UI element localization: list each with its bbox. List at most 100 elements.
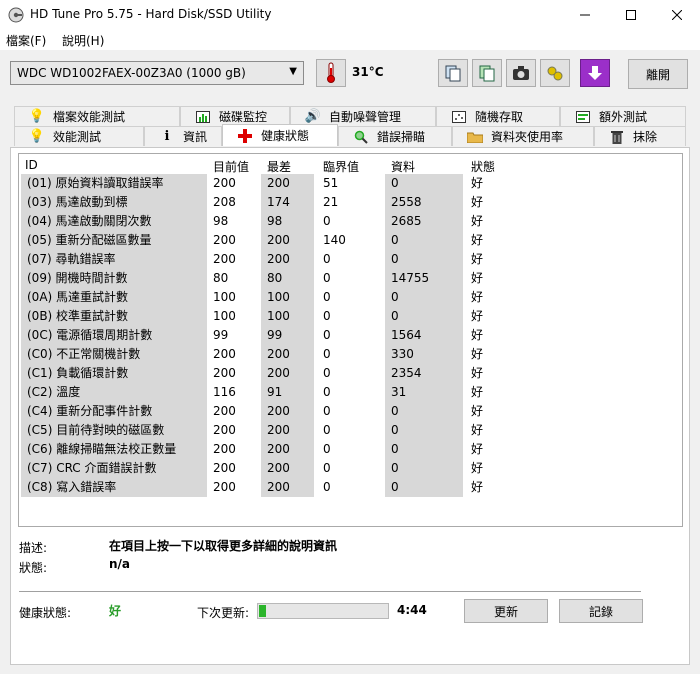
cell-attribute-name: (C2) 溫度	[21, 383, 207, 402]
table-row[interactable]: (C7) CRC 介面錯誤計數 200 200 0 0 好	[19, 459, 682, 478]
cell-worst-value: 200	[261, 402, 314, 421]
cell-current-value: 80	[207, 269, 259, 288]
tab-error-scan[interactable]: 錯誤掃瞄	[338, 126, 452, 146]
screenshot-button[interactable]	[506, 59, 536, 87]
col-status[interactable]: 狀態	[471, 158, 495, 175]
tab-disk-monitor[interactable]: 磁碟監控	[180, 106, 290, 126]
col-threshold[interactable]: 臨界值	[323, 158, 359, 175]
cell-worst-value: 91	[261, 383, 314, 402]
cell-attribute-name: (C5) 目前待對映的磁區數	[21, 421, 207, 440]
cell-attribute-name: (0C) 電源循環周期計數	[21, 326, 207, 345]
cell-current-value: 200	[207, 440, 259, 459]
thermometer-button[interactable]	[316, 59, 346, 87]
cell-status-value: 好	[465, 383, 525, 402]
cell-threshold-value: 0	[317, 421, 383, 440]
cell-raw-data-value: 2685	[385, 212, 463, 231]
toolbar: WDC WD1002FAEX-00Z3A0 (1000 gB) ▼ 31°C 離…	[0, 50, 700, 98]
save-button[interactable]	[580, 59, 610, 87]
table-row[interactable]: (C1) 負載循環計數 200 200 0 2354 好	[19, 364, 682, 383]
cell-attribute-name: (C4) 重新分配事件計數	[21, 402, 207, 421]
cell-attribute-name: (07) 尋軌錯誤率	[21, 250, 207, 269]
table-row[interactable]: (01) 原始資料讀取錯誤率 200 200 51 0 好	[19, 174, 682, 193]
table-row[interactable]: (03) 馬達啟動到標 208 174 21 2558 好	[19, 193, 682, 212]
copy-icon	[445, 65, 461, 82]
table-row[interactable]: (05) 重新分配磁區數量 200 200 140 0 好	[19, 231, 682, 250]
minimize-button[interactable]	[562, 0, 608, 30]
table-row[interactable]: (0C) 電源循環周期計數 99 99 0 1564 好	[19, 326, 682, 345]
copy-all-button[interactable]	[472, 59, 502, 87]
cell-threshold-value: 0	[317, 269, 383, 288]
drive-select-value: WDC WD1002FAEX-00Z3A0 (1000 gB)	[17, 66, 246, 80]
cell-raw-data-value: 0	[385, 459, 463, 478]
speaker-icon: 🔊	[304, 109, 322, 124]
cell-status-value: 好	[465, 193, 525, 212]
tab-aam[interactable]: 🔊 自動噪聲管理	[290, 106, 436, 126]
cell-threshold-value: 51	[317, 174, 383, 193]
cell-raw-data-value: 0	[385, 288, 463, 307]
smart-table[interactable]: ID 目前值 最差 臨界值 資料 狀態 (01) 原始資料讀取錯誤率 200 200…	[18, 153, 683, 527]
menu-help[interactable]: 說明(H)	[62, 32, 104, 49]
cell-status-value: 好	[465, 212, 525, 231]
cell-threshold-value: 21	[317, 193, 383, 212]
status-value: n/a	[109, 557, 131, 571]
copy-button[interactable]	[438, 59, 468, 87]
cell-attribute-name: (C1) 負載循環計數	[21, 364, 207, 383]
table-row[interactable]: (09) 開機時間計數 80 80 0 14755 好	[19, 269, 682, 288]
drive-select[interactable]: WDC WD1002FAEX-00Z3A0 (1000 gB) ▼	[10, 61, 304, 85]
table-row[interactable]: (07) 尋軌錯誤率 200 200 0 0 好	[19, 250, 682, 269]
cell-worst-value: 200	[261, 459, 314, 478]
log-button[interactable]: 記錄	[559, 599, 643, 623]
table-row[interactable]: (C0) 不正常關機計數 200 200 0 330 好	[19, 345, 682, 364]
menu-file[interactable]: 檔案(F)	[6, 32, 46, 49]
tab-label: 自動噪聲管理	[329, 110, 402, 124]
close-button[interactable]	[654, 0, 700, 30]
table-row[interactable]: (C4) 重新分配事件計數 200 200 0 0 好	[19, 402, 682, 421]
cell-status-value: 好	[465, 440, 525, 459]
maximize-button[interactable]	[608, 0, 654, 30]
menu-bar: 檔案(F) 說明(H)	[0, 30, 700, 50]
table-row[interactable]: (C6) 離線掃瞄無法校正數量 200 200 0 0 好	[19, 440, 682, 459]
tab-extra-tests[interactable]: 額外測試	[560, 106, 686, 126]
maximize-icon	[626, 10, 636, 20]
exit-button[interactable]: 離開	[628, 59, 688, 89]
tab-random-access[interactable]: 隨機存取	[436, 106, 560, 126]
tab-folder-usage[interactable]: 資料夾使用率	[452, 126, 594, 146]
cell-worst-value: 98	[261, 212, 314, 231]
trash-icon	[609, 130, 625, 144]
table-row[interactable]: (C2) 溫度 116 91 0 31 好	[19, 383, 682, 402]
progress-fill	[259, 605, 266, 617]
table-row[interactable]: (C8) 寫入錯誤率 200 200 0 0 好	[19, 478, 682, 497]
col-current[interactable]: 目前值	[213, 158, 249, 175]
cell-threshold-value: 0	[317, 364, 383, 383]
cell-attribute-name: (0B) 校準重試計數	[21, 307, 207, 326]
tab-benchmark[interactable]: 💡 效能測試	[14, 126, 144, 146]
cell-threshold-value: 0	[317, 345, 383, 364]
table-row[interactable]: (0B) 校準重試計數 100 100 0 0 好	[19, 307, 682, 326]
next-update-time: 4:44	[397, 603, 427, 617]
cell-status-value: 好	[465, 478, 525, 497]
update-button[interactable]: 更新	[464, 599, 548, 623]
col-data[interactable]: 資料	[391, 158, 415, 175]
cell-threshold-value: 0	[317, 288, 383, 307]
tab-label: 資料夾使用率	[491, 130, 564, 144]
cell-current-value: 208	[207, 193, 259, 212]
options-button[interactable]	[540, 59, 570, 87]
col-id[interactable]: ID	[25, 158, 38, 172]
tab-file-benchmark[interactable]: 💡 檔案效能測試	[14, 106, 180, 126]
magnifier-icon	[353, 130, 369, 144]
col-worst[interactable]: 最差	[267, 158, 291, 175]
cell-raw-data-value: 0	[385, 421, 463, 440]
table-row[interactable]: (C5) 目前待對映的磁區數 200 200 0 0 好	[19, 421, 682, 440]
tab-info[interactable]: i 資訊	[144, 126, 222, 146]
cell-status-value: 好	[465, 345, 525, 364]
cell-raw-data-value: 14755	[385, 269, 463, 288]
tab-erase[interactable]: 抹除	[594, 126, 686, 146]
tab-health[interactable]: 健康狀態	[222, 124, 338, 146]
cell-raw-data-value: 330	[385, 345, 463, 364]
cell-current-value: 200	[207, 174, 259, 193]
window-title: HD Tune Pro 5.75 - Hard Disk/SSD Utility	[30, 7, 272, 21]
table-row[interactable]: (0A) 馬達重試計數 100 100 0 0 好	[19, 288, 682, 307]
save-icon	[588, 66, 602, 80]
tab-label: 錯誤掃瞄	[377, 130, 426, 144]
table-row[interactable]: (04) 馬達啟動關閉次數 98 98 0 2685 好	[19, 212, 682, 231]
